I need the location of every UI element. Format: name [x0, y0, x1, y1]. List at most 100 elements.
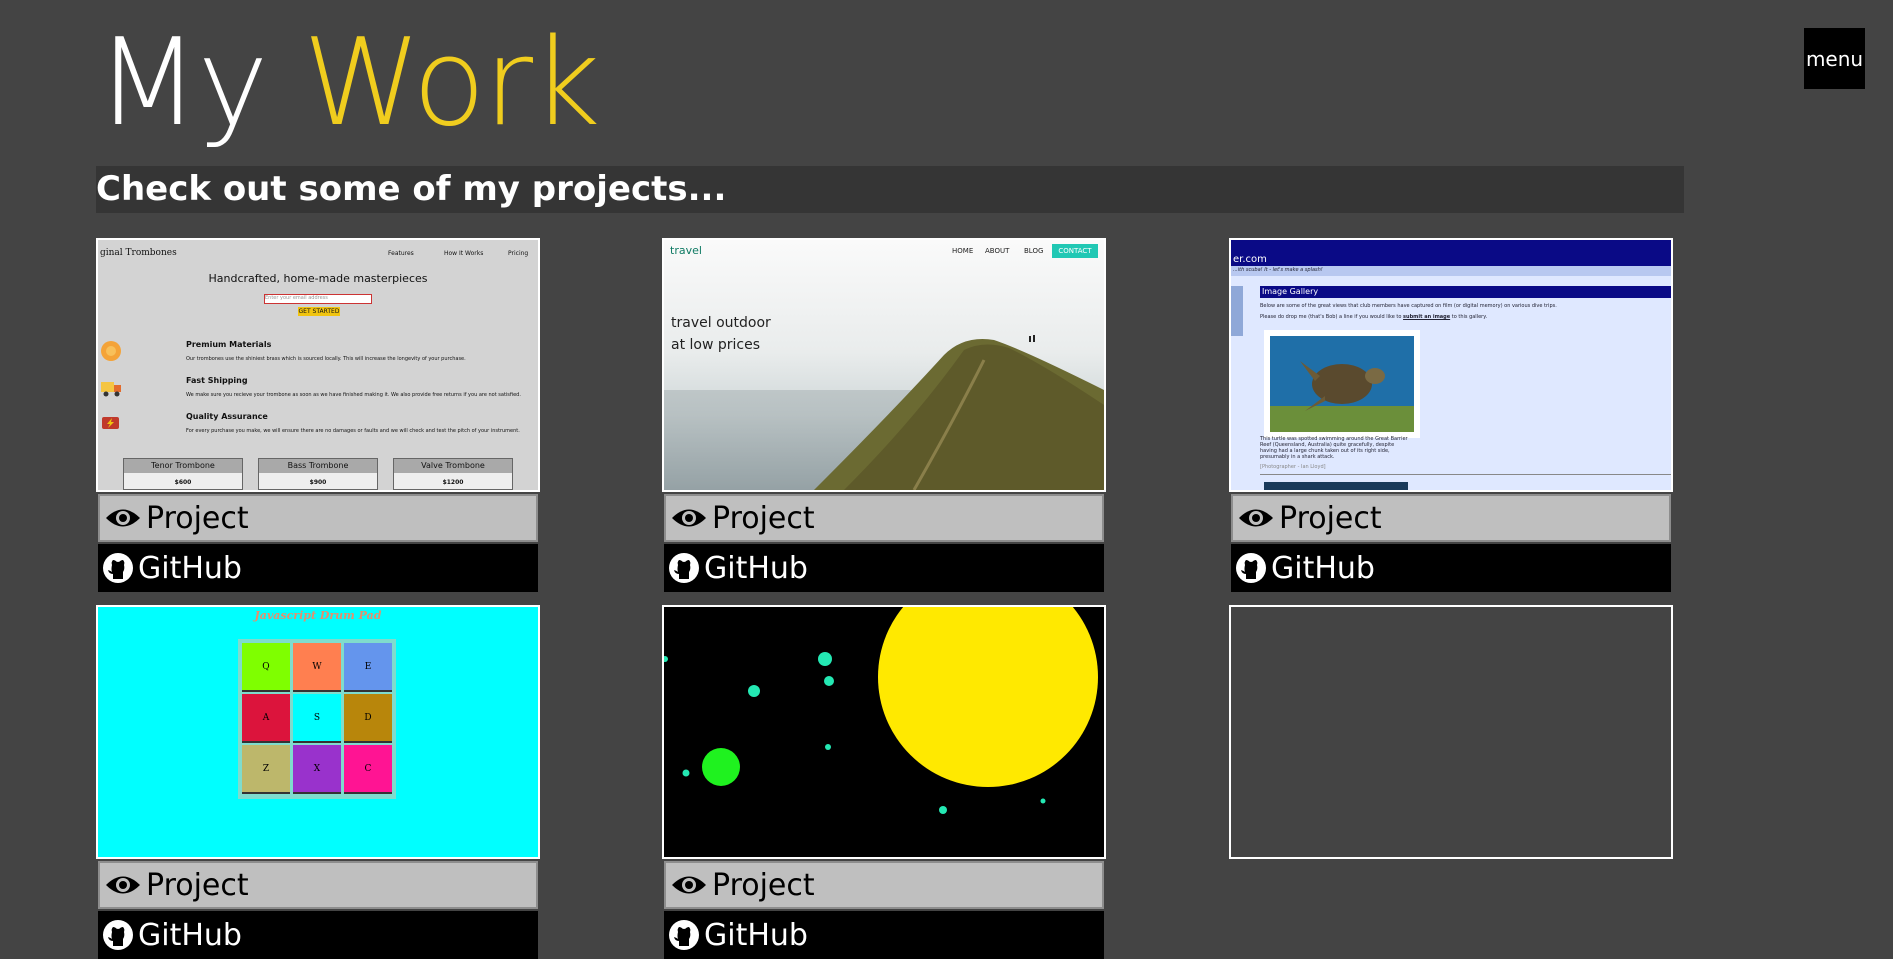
- drum-key: Q: [242, 643, 290, 692]
- page-title-accent: Work: [302, 14, 601, 153]
- preview-next-image: [1264, 482, 1408, 490]
- drum-key: Z: [242, 745, 290, 794]
- preview-price-value: $1200: [442, 479, 464, 486]
- preview-price-name: Bass Trombone: [259, 459, 377, 473]
- page-subtitle: Check out some of my projects...: [96, 166, 1684, 213]
- drum-key: D: [344, 694, 392, 743]
- preview-contact-button: CONTACT: [1052, 244, 1098, 258]
- project-card-4: Javascript Drum Pad QWE ASD ZXC Project Gi…: [96, 605, 540, 959]
- preview-submit-suffix: to this gallery.: [1451, 314, 1488, 320]
- project-card-5: Project GitHub: [662, 605, 1106, 959]
- preview-tagline-bar: ...ith scuba! It - let's make a splash!: [1231, 266, 1671, 276]
- preview-caption: This turtle was spotted swimming around …: [1260, 436, 1408, 460]
- star-dot: [939, 806, 947, 814]
- github-link-label: GitHub: [138, 917, 242, 953]
- preview-site-name: er.com: [1233, 254, 1267, 265]
- project-link-button[interactable]: Project: [98, 494, 538, 542]
- drum-key: E: [344, 643, 392, 692]
- project-link-button[interactable]: Project: [1231, 494, 1671, 542]
- sun-icon: [101, 341, 121, 361]
- github-link-label: GitHub: [704, 917, 808, 953]
- space-scene: [664, 607, 1098, 814]
- github-icon: [1236, 553, 1266, 583]
- drum-key: C: [344, 745, 392, 794]
- preview-credit: [Photographer - Ian Lloyd]: [1260, 464, 1326, 470]
- github-link-label: GitHub: [1271, 550, 1375, 586]
- project-link-label: Project: [1279, 500, 1382, 536]
- star-dot: [825, 744, 831, 750]
- preview-cta: GET STARTED: [298, 307, 340, 316]
- star-dot: [682, 769, 690, 777]
- github-link-button[interactable]: GitHub: [664, 544, 1104, 592]
- preview-price-card: Tenor Trombone $600: [123, 458, 243, 490]
- mountain-image: [664, 335, 1104, 490]
- preview-submit-line: Please do drop me (that's Bob) a line if…: [1260, 314, 1487, 320]
- github-link-button[interactable]: GitHub: [98, 544, 538, 592]
- star-dot: [664, 656, 668, 662]
- preview-price-value: $900: [309, 479, 327, 486]
- project-thumbnail-4[interactable]: Javascript Drum Pad QWE ASD ZXC: [96, 605, 540, 859]
- github-link-label: GitHub: [138, 550, 242, 586]
- preview-hero-line: at low prices: [671, 337, 761, 353]
- preview-site-header: er.com: [1231, 240, 1671, 266]
- drum-key: A: [242, 694, 290, 743]
- project-thumbnail-2[interactable]: travel HOME ABOUT BLOG CONTACT travel ou…: [662, 238, 1106, 492]
- project-link-label: Project: [712, 867, 815, 903]
- preview-intro-text: Below are some of the great views that c…: [1260, 303, 1557, 309]
- project-link-button[interactable]: Project: [98, 861, 538, 909]
- eye-icon: [106, 509, 140, 527]
- project-link-label: Project: [146, 500, 249, 536]
- preview-nav-item: How It Works: [444, 250, 484, 257]
- preview-submit-prefix: Please do drop me (that's Bob) a line if…: [1260, 314, 1402, 320]
- project-card-1: ginal Trombones Features How It Works Pr…: [96, 238, 540, 592]
- drum-key: S: [293, 694, 341, 743]
- preview-price-card: Valve Trombone $1200: [393, 458, 513, 490]
- preview-feature-title: Quality Assurance: [186, 412, 268, 421]
- project-link-button[interactable]: Project: [664, 494, 1104, 542]
- preview-submit-link: submit an image: [1403, 314, 1451, 320]
- page-title: My Work: [96, 18, 601, 150]
- turtle-photo: [1270, 336, 1414, 432]
- eye-icon: [1239, 509, 1273, 527]
- preview-feature-title: Premium Materials: [186, 340, 272, 349]
- preview-nav-item: Features: [388, 250, 414, 257]
- preview-nav-item: Pricing: [508, 250, 529, 257]
- preview-feature-text: We make sure you recieve your trombone a…: [186, 392, 521, 398]
- github-link-button[interactable]: GitHub: [664, 911, 1104, 959]
- eye-icon: [672, 509, 706, 527]
- preview-heading: Handcrafted, home-made masterpieces: [208, 272, 428, 285]
- preview-feature-text: Our trombones use the shiniest brass whi…: [186, 356, 466, 362]
- preview-feature-text: For every purchase you make, we will ens…: [186, 428, 520, 434]
- star-dot: [1040, 798, 1046, 804]
- preview-price-name: Tenor Trombone: [124, 459, 242, 473]
- github-icon: [669, 920, 699, 950]
- menu-button[interactable]: menu: [1804, 28, 1865, 89]
- project-card-3: er.com ...ith scuba! It - let's make a s…: [1229, 238, 1673, 592]
- star-dot: [824, 676, 834, 686]
- preview-price-name: Valve Trombone: [394, 459, 512, 473]
- project-link-label: Project: [146, 867, 249, 903]
- preview-price-card: Bass Trombone $900: [258, 458, 378, 490]
- project-thumbnail-1[interactable]: ginal Trombones Features How It Works Pr…: [96, 238, 540, 492]
- github-link-label: GitHub: [704, 550, 808, 586]
- project-thumbnail-5[interactable]: [662, 605, 1106, 859]
- github-link-button[interactable]: GitHub: [98, 911, 538, 959]
- preview-nav-item: ABOUT: [985, 247, 1010, 255]
- preview-nav-item: HOME: [952, 247, 974, 255]
- project-thumbnail-6[interactable]: [1229, 605, 1673, 859]
- star-dot: [748, 685, 760, 697]
- preview-hero-line: travel outdoor: [671, 315, 771, 331]
- preview-tagline: ...ith scuba! It - let's make a splash!: [1233, 267, 1323, 273]
- battery-icon: [102, 417, 119, 429]
- project-link-button[interactable]: Project: [664, 861, 1104, 909]
- project-thumbnail-3[interactable]: er.com ...ith scuba! It - let's make a s…: [1229, 238, 1673, 492]
- drum-pad: QWE ASD ZXC: [238, 639, 396, 799]
- github-link-button[interactable]: GitHub: [1231, 544, 1671, 592]
- turtle-image: [1264, 330, 1420, 438]
- preview-divider: [1260, 474, 1671, 475]
- drum-key: X: [293, 745, 341, 794]
- preview-brand: ginal Trombones: [100, 248, 177, 258]
- github-icon: [669, 553, 699, 583]
- sun-shape: [878, 607, 1098, 787]
- project-card-6: [1229, 605, 1673, 859]
